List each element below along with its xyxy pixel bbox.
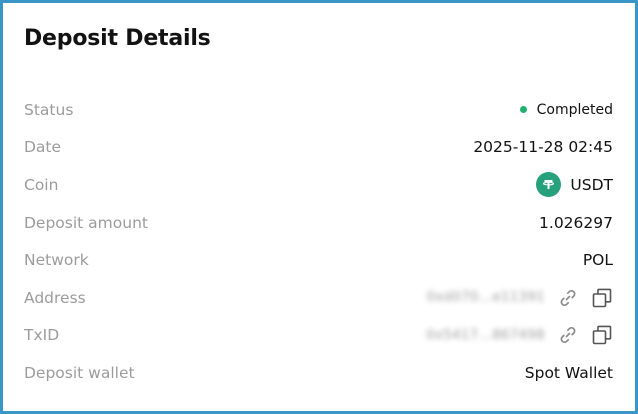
link-icon[interactable]	[557, 324, 579, 346]
date-value: 2025-11-28 02:45	[473, 138, 613, 157]
copy-icon[interactable]	[591, 324, 613, 346]
network-value: POL	[582, 251, 613, 270]
status-row: Status Completed	[24, 91, 613, 129]
network-label: Network	[24, 251, 89, 270]
coin-row: Coin USDT	[24, 166, 613, 204]
amount-row: Deposit amount 1.026297	[24, 204, 613, 242]
link-icon[interactable]	[557, 287, 579, 309]
wallet-row: Deposit wallet Spot Wallet	[24, 354, 613, 392]
coin-symbol: USDT	[570, 175, 613, 194]
status-label: Status	[24, 100, 74, 119]
wallet-label: Deposit wallet	[24, 363, 135, 382]
status-dot-icon	[519, 106, 527, 114]
copy-icon[interactable]	[591, 287, 613, 309]
txid-row: TxID 0x5417...867498	[24, 317, 613, 355]
status-value: Completed	[519, 101, 613, 118]
txid-text: 0x5417...867498	[426, 327, 545, 343]
panel-title: Deposit Details	[24, 26, 211, 51]
amount-value: 1.026297	[539, 213, 613, 232]
date-row: Date 2025-11-28 02:45	[24, 129, 613, 167]
txid-label: TxID	[24, 326, 60, 345]
amount-label: Deposit amount	[24, 213, 148, 232]
tether-icon	[536, 172, 562, 198]
date-label: Date	[24, 138, 62, 157]
coin-label: Coin	[24, 175, 59, 194]
details-list: Status Completed Date 2025-11-28 02:45 C…	[24, 91, 613, 392]
address-text: 0xd070...e11391	[426, 290, 545, 306]
address-value: 0xd070...e11391	[427, 287, 613, 309]
address-row: Address 0xd070...e11391	[24, 279, 613, 317]
txid-value: 0x5417...867498	[426, 324, 613, 346]
coin-value: USDT	[536, 172, 613, 198]
deposit-details-panel: Deposit Details Status Completed Date 20…	[0, 0, 638, 414]
wallet-value: Spot Wallet	[524, 363, 613, 382]
address-label: Address	[24, 288, 86, 307]
network-row: Network POL	[24, 241, 613, 279]
status-text: Completed	[536, 101, 613, 118]
